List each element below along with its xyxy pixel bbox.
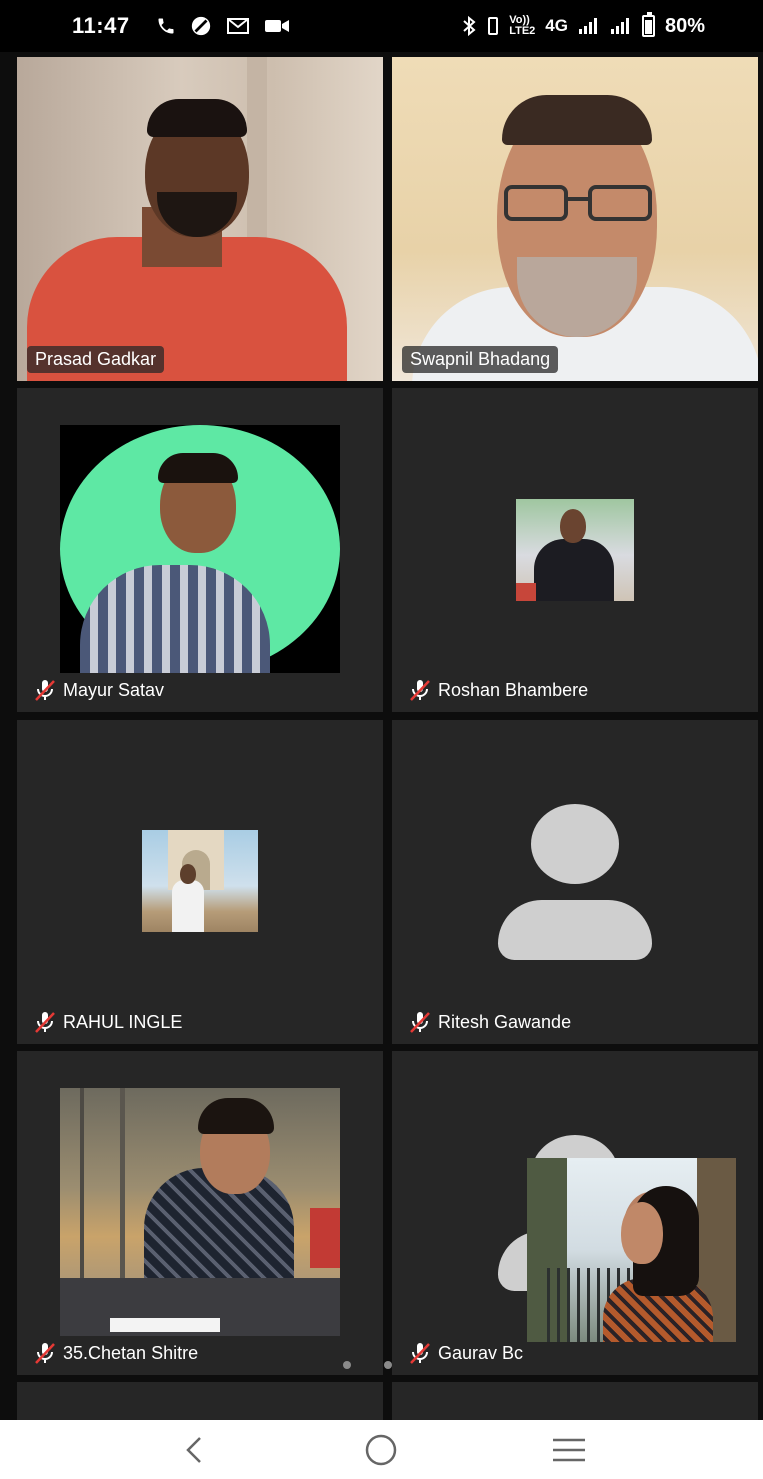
participant-name: Gaurav Bc xyxy=(438,1342,524,1363)
system-indicators: Vo)) LTE2 4G 80% xyxy=(461,12,705,38)
participant-name: Ritesh Gawande xyxy=(438,1011,572,1032)
mic-off-icon xyxy=(410,1343,430,1364)
participant-name: Mayur Satav xyxy=(63,679,165,700)
default-avatar-icon xyxy=(531,804,619,884)
system-nav-bar xyxy=(0,1420,763,1479)
participant-label: Gaurav Bc xyxy=(408,1341,523,1365)
participant-tile[interactable]: RAHUL INGLE xyxy=(17,720,383,1044)
participant-label: Ritesh Gawande xyxy=(408,1010,571,1034)
self-view-video[interactable] xyxy=(527,1158,736,1342)
battery-icon xyxy=(641,12,655,37)
mic-off-icon xyxy=(35,1343,55,1364)
participant-tile[interactable]: Ritesh Gawande xyxy=(392,720,758,1044)
back-button[interactable] xyxy=(164,1425,224,1475)
participant-label: 35.Chetan Shitre xyxy=(33,1341,198,1365)
status-time: 11:47 xyxy=(72,13,130,38)
bluetooth-icon xyxy=(463,15,476,37)
data-saver-icon xyxy=(191,16,210,36)
recents-button[interactable] xyxy=(539,1425,599,1475)
video-feed xyxy=(392,57,758,381)
participant-label: RAHUL INGLE xyxy=(33,1010,182,1034)
mic-off-icon xyxy=(35,1012,55,1033)
mic-off-icon xyxy=(410,680,430,701)
participant-label: Mayur Satav xyxy=(33,678,164,702)
video-camera-icon xyxy=(264,20,289,32)
participant-name: Prasad Gadkar xyxy=(27,346,165,373)
participant-tile[interactable]: Roshan Bhambere xyxy=(392,388,758,712)
participant-tile[interactable]: 35.Chetan Shitre xyxy=(17,1051,383,1375)
profile-photo xyxy=(60,1088,340,1336)
default-avatar-body xyxy=(498,900,652,960)
participant-name: Roshan Bhambere xyxy=(438,679,589,700)
profile-photo xyxy=(60,425,340,673)
participant-name: RAHUL INGLE xyxy=(63,1011,183,1032)
phone-icon xyxy=(158,18,174,34)
participant-grid: Prasad Gadkar Swapnil Bhadang Mayur Sata… xyxy=(0,52,763,1442)
back-icon xyxy=(186,1436,201,1463)
network-type: 4G xyxy=(545,16,568,35)
participant-label: Roshan Bhambere xyxy=(408,678,588,702)
home-button[interactable] xyxy=(351,1425,411,1475)
signal-icon xyxy=(578,18,597,34)
recents-icon xyxy=(553,1438,586,1461)
gmail-icon xyxy=(226,18,249,34)
volte-label: Vo)) LTE2 xyxy=(509,14,536,37)
status-bar: 11:47 Vo)) LTE2 4G 80% xyxy=(0,0,763,52)
mic-off-icon xyxy=(35,680,55,701)
signal-icon xyxy=(610,18,629,34)
participant-tile[interactable]: Mayur Satav xyxy=(17,388,383,712)
participant-name: Swapnil Bhadang xyxy=(402,346,559,373)
video-feed xyxy=(17,57,383,381)
profile-photo xyxy=(142,830,258,932)
notification-icons xyxy=(156,15,290,37)
vibrate-icon xyxy=(488,17,499,35)
participant-tile[interactable]: Prasad Gadkar xyxy=(17,57,383,381)
battery-percent: 80% xyxy=(664,14,705,37)
page-dot xyxy=(384,1361,392,1369)
participant-tile[interactable]: Swapnil Bhadang xyxy=(392,57,758,381)
mic-off-icon xyxy=(410,1012,430,1033)
profile-photo xyxy=(516,499,634,601)
participant-name: 35.Chetan Shitre xyxy=(63,1342,199,1363)
home-icon xyxy=(366,1434,397,1465)
page-dot xyxy=(343,1361,351,1369)
